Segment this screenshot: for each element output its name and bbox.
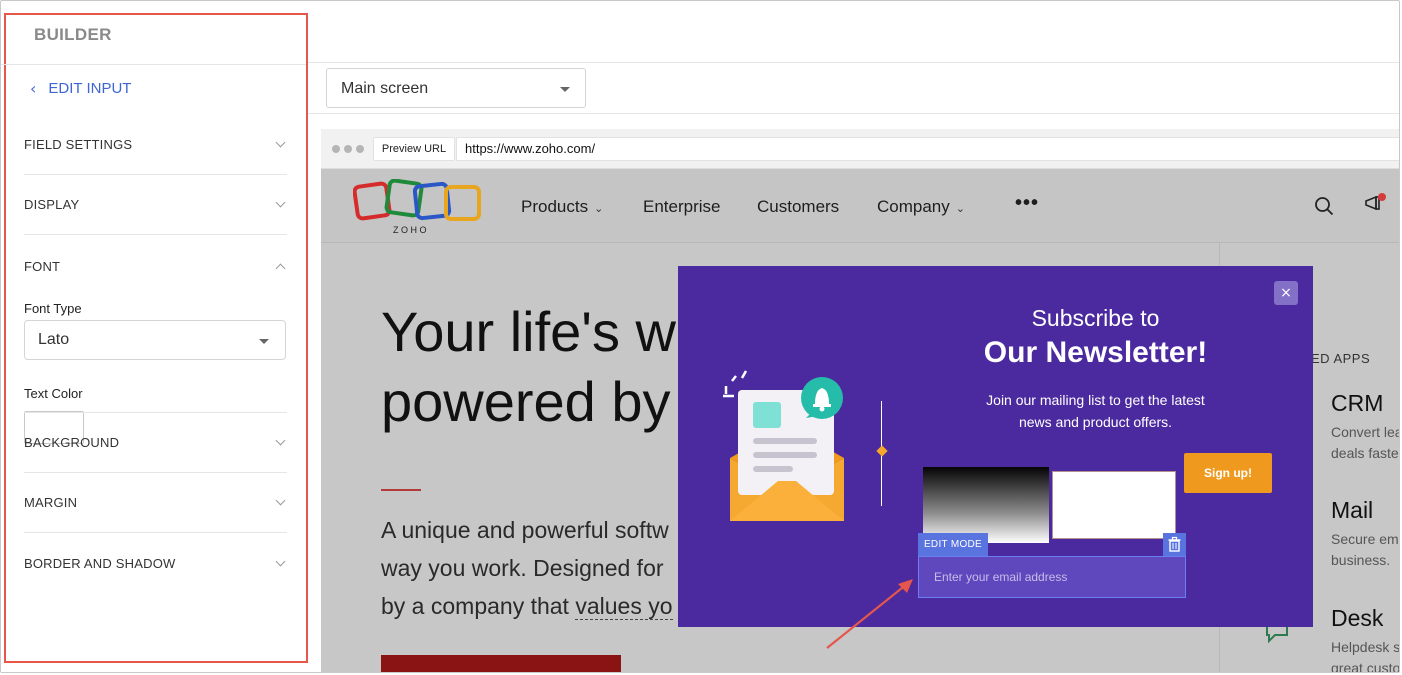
section-margin[interactable]: MARGIN (24, 473, 287, 533)
annotation-arrow (826, 579, 913, 649)
builder-title: BUILDER (34, 25, 112, 44)
chevron-down-icon (275, 495, 286, 506)
edit-mode-tag: EDIT MODE (918, 533, 988, 556)
hero-description: A unique and powerful softw way you work… (381, 511, 673, 625)
nav-label: Products (521, 197, 589, 216)
app-desc-line: business. (1331, 552, 1391, 568)
section-display[interactable]: DISPLAY (24, 175, 287, 235)
caret-down-icon (560, 87, 570, 92)
app-desc-line: deals faste (1331, 445, 1399, 461)
app-desc: Secure em business. (1331, 529, 1399, 571)
section-font[interactable]: FONT (24, 236, 287, 296)
hero-title-line: Your life's wo (381, 300, 708, 363)
divider (1, 64, 306, 65)
email-placeholder: Enter your email address (934, 570, 1068, 584)
nav-company[interactable]: Company ⌄ (877, 197, 965, 217)
zoho-logo: Z O H O (353, 179, 481, 235)
chevron-down-icon: ⌄ (594, 202, 604, 215)
app-name-desk[interactable]: Desk (1331, 605, 1383, 632)
hero-text-segment: by a company that (381, 593, 576, 619)
delete-button[interactable] (1163, 533, 1186, 556)
app-desc: Helpdesk s great custo (1331, 637, 1400, 673)
back-to-edit-input-link[interactable]: ‹ EDIT INPUT (30, 79, 131, 98)
more-menu-icon[interactable]: ••• (1015, 192, 1039, 215)
chevron-left-icon: ‹ (30, 79, 37, 98)
nav-customers[interactable]: Customers (757, 197, 839, 217)
chevron-up-icon (275, 263, 286, 273)
hero-text-line: A unique and powerful softw (381, 517, 669, 543)
hero-text-line: by a company that values yo (381, 587, 673, 625)
window-dot-icon (356, 145, 364, 153)
nav-label: Company (877, 197, 950, 216)
text-color-label: Text Color (24, 386, 83, 401)
app-desc-line: Helpdesk s (1331, 639, 1400, 655)
app-name-crm[interactable]: CRM (1331, 390, 1383, 417)
section-label: FONT (24, 258, 61, 274)
preview-url-label: Preview URL (373, 137, 455, 161)
font-type-select[interactable]: Lato (24, 320, 286, 360)
popup-desc-line: news and product offers. (1018, 414, 1173, 430)
envelope-bell-illustration (723, 370, 844, 521)
app-desc-line: great custo (1331, 660, 1400, 673)
section-label: MARGIN (24, 495, 78, 510)
close-icon[interactable]: × (1274, 281, 1298, 305)
signup-button[interactable]: Sign up! (1184, 453, 1272, 493)
font-type-value: Lato (38, 331, 70, 348)
browser-toolbar: Preview URL https://www.zoho.com/ (321, 129, 1399, 169)
search-icon[interactable] (1314, 196, 1334, 216)
popup-desc-line: Join our mailing list to get the latest (986, 392, 1205, 408)
font-type-label: Font Type (24, 301, 82, 316)
hero-text-line: way you work. Designed for (381, 555, 664, 581)
chevron-down-icon: ⌄ (955, 202, 965, 215)
megaphone-icon[interactable] (1363, 191, 1387, 215)
site-navbar: Z O H O Products ⌄ Enterprise Customers C… (321, 169, 1399, 243)
back-link-label: EDIT INPUT (48, 80, 132, 97)
divider (308, 113, 1399, 114)
section-label: BACKGROUND (24, 435, 120, 450)
chevron-down-icon (275, 197, 286, 208)
screen-select[interactable]: Main screen (326, 68, 586, 108)
section-label: DISPLAY (24, 197, 80, 212)
builder-sidebar: BUILDER ‹ EDIT INPUT FIELD SETTINGS DISP… (1, 13, 308, 663)
caret-down-icon (259, 339, 269, 344)
hero-title-line: powered by c (381, 370, 715, 433)
app-window: BUILDER ‹ EDIT INPUT FIELD SETTINGS DISP… (0, 0, 1400, 673)
section-label: FIELD SETTINGS (24, 137, 133, 152)
hero-title: Your life's wo powered by c (381, 297, 714, 437)
hero-text-link[interactable]: values yo (575, 593, 673, 620)
email-input[interactable]: Enter your email address (918, 556, 1186, 598)
app-desc-line: Secure em (1331, 531, 1399, 547)
section-background[interactable]: BACKGROUND (24, 412, 287, 473)
hero-divider (381, 489, 421, 491)
preview-url-input[interactable]: https://www.zoho.com/ (456, 137, 1399, 161)
section-label: BORDER AND SHADOW (24, 555, 176, 571)
section-border-and-shadow[interactable]: BORDER AND SHADOW (24, 533, 287, 593)
nav-enterprise[interactable]: Enterprise (643, 197, 720, 217)
divider (308, 62, 1399, 63)
chevron-down-icon (275, 137, 286, 148)
app-desc-line: Convert lea (1331, 424, 1400, 440)
popup-heading-small: Subscribe to (1031, 305, 1160, 331)
logo-text: Z O H O (393, 225, 427, 235)
app-name-mail[interactable]: Mail (1331, 497, 1373, 524)
gradient-image-block[interactable] (923, 467, 1049, 543)
trash-icon (1168, 536, 1181, 552)
popup-heading-large: Our Newsletter! (983, 336, 1208, 369)
chevron-down-icon (275, 556, 286, 566)
popup-description: Join our mailing list to get the latest … (958, 389, 1233, 433)
window-dot-icon (344, 145, 352, 153)
nav-products[interactable]: Products ⌄ (521, 197, 603, 217)
newsletter-popup: × Subscribe to Our Newsletter! Join our (678, 266, 1313, 627)
section-field-settings[interactable]: FIELD SETTINGS (24, 115, 287, 175)
chevron-down-icon (275, 435, 286, 446)
hero-cta-button[interactable] (381, 655, 621, 672)
window-dot-icon (332, 145, 340, 153)
name-input[interactable] (1052, 471, 1176, 539)
screen-select-value: Main screen (341, 80, 429, 97)
related-apps-title: ED APPS (1311, 351, 1371, 366)
app-desc: Convert lea deals faste (1331, 422, 1400, 464)
